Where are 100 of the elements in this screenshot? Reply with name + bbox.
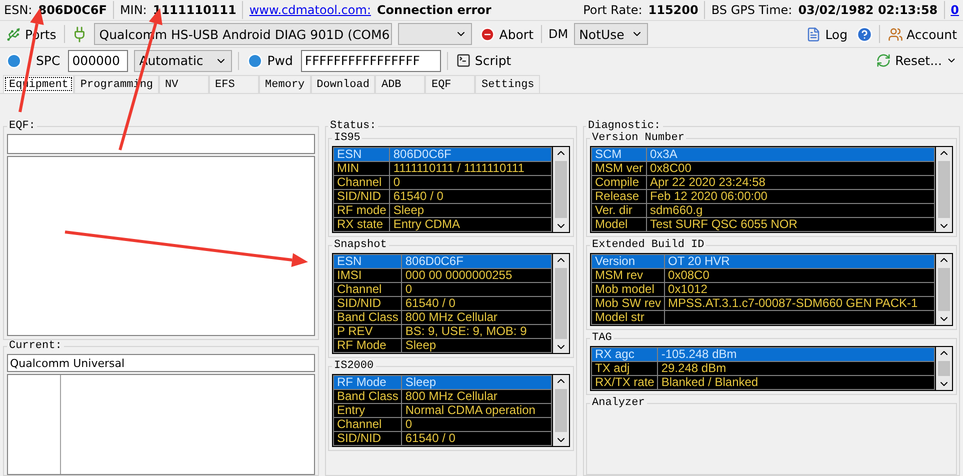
spc-button[interactable]: SPC <box>4 52 62 70</box>
table-row[interactable]: Version OT 20 HVR <box>592 254 934 268</box>
terminal-icon <box>456 53 471 68</box>
tab[interactable]: Settings <box>475 75 540 93</box>
group-title: IS2000 <box>333 360 375 372</box>
password-field[interactable]: FFFFFFFFFFFFFFFF <box>300 50 441 72</box>
group-title: Diagnostic: <box>587 120 662 132</box>
table-cell: Sleep <box>402 338 552 352</box>
tab[interactable]: Memory <box>259 75 311 93</box>
dm-select[interactable]: NotUse <box>574 23 648 45</box>
table-row[interactable]: ESN 806D0C6F <box>334 148 552 162</box>
table-cell: RX agc <box>592 348 658 362</box>
pwd-button[interactable]: Pwd <box>245 52 295 70</box>
table-row[interactable]: Model Test SURF QSC 6055 NOR <box>592 218 934 232</box>
table-row[interactable]: RX state Entry CDMA <box>334 218 552 232</box>
stop-icon <box>480 26 496 42</box>
table-cell: Blanked / Blanked <box>658 376 934 390</box>
table-row[interactable]: TX adj 29.248 dBm <box>592 362 934 376</box>
current-field[interactable]: Qualcomm Universal <box>7 354 315 372</box>
table-cell: Sleep <box>402 376 552 390</box>
table-row[interactable]: RX/TX rate Blanked / Blanked <box>592 376 934 390</box>
group-title: Status: <box>329 120 378 132</box>
table-row[interactable]: Channel 0 <box>334 176 552 190</box>
table-row[interactable]: IMSI 000 00 0000000255 <box>334 268 552 282</box>
account-button[interactable]: Account <box>886 26 959 42</box>
field-label: Port Rate: <box>583 3 642 17</box>
group-title: EQF: <box>8 120 36 132</box>
counter-link[interactable]: 0 <box>950 3 959 17</box>
table-row[interactable]: Mob SW rev MPSS.AT.3.1.c7-00087-SDM660 GEN PACK-1 <box>592 296 934 310</box>
scrollbar[interactable] <box>935 147 952 232</box>
table-cell: ESN <box>334 254 402 268</box>
field-value: 1111110111 <box>152 3 236 17</box>
abort-button[interactable]: Abort <box>478 26 536 42</box>
tab[interactable]: NV <box>159 75 210 93</box>
table-row[interactable]: Release Feb 12 2020 06:00:00 <box>592 190 934 204</box>
log-button[interactable]: Log <box>804 26 850 42</box>
scrollbar[interactable] <box>935 347 952 390</box>
table-row[interactable]: Band Class 800 MHz Cellular <box>334 310 552 324</box>
current-list[interactable] <box>7 374 315 475</box>
table-cell: 806D0C6F <box>390 148 552 162</box>
field-value: 03/02/1982 02:13:58 <box>798 3 938 17</box>
document-icon <box>806 26 822 42</box>
scrollbar[interactable] <box>552 375 569 446</box>
scrollbar[interactable] <box>552 254 569 353</box>
eqf-field[interactable] <box>7 134 315 154</box>
table-row[interactable]: RF Mode Sleep <box>334 376 552 390</box>
table-cell: RF Mode <box>334 376 402 390</box>
dm-label: DM <box>548 27 568 41</box>
tab[interactable]: EQF <box>425 75 476 93</box>
table-row[interactable]: Channel 0 <box>334 418 552 432</box>
table-row[interactable]: P REV BS: 9, USE: 9, MOB: 9 <box>334 324 552 338</box>
website-link[interactable]: www.cdmatool.com: <box>249 3 371 17</box>
group-title: TAG <box>591 332 613 344</box>
group-title: IS95 <box>333 132 362 144</box>
table-row[interactable]: Ver. dir sdm660.g <box>592 204 934 218</box>
table-row[interactable]: MIN 1111110111 / 1111110111 <box>334 162 552 176</box>
tab[interactable]: Download <box>310 75 376 93</box>
table-row[interactable]: MSM rev 0x08C0 <box>592 268 934 282</box>
table-row[interactable]: SID/NID 61540 / 0 <box>334 432 552 446</box>
refresh-icon <box>876 53 892 68</box>
table-row[interactable]: Entry Normal CDMA operation <box>334 404 552 418</box>
table-row[interactable]: Model str <box>592 310 934 324</box>
table-cell: -105.248 dBm <box>658 348 934 362</box>
usb-icon <box>6 26 21 42</box>
script-button[interactable]: Script <box>454 52 514 69</box>
field-label: MIN: <box>120 3 147 17</box>
field-label: ESN: <box>4 3 32 17</box>
table-cell: OT 20 HVR <box>664 254 934 268</box>
table-row[interactable]: RX agc -105.248 dBm <box>592 348 934 362</box>
field-value: 115200 <box>648 3 698 17</box>
table-row[interactable]: Channel 0 <box>334 282 552 296</box>
spc-field[interactable]: 000000 <box>68 50 128 72</box>
table-row[interactable]: SID/NID 61540 / 0 <box>334 296 552 310</box>
table-row[interactable]: Mob model 0x1012 <box>592 282 934 296</box>
eqf-list[interactable] <box>7 156 315 336</box>
connection-status: Connection error <box>376 3 492 17</box>
scrollbar[interactable] <box>552 147 569 232</box>
table-cell: 61540 / 0 <box>402 432 552 446</box>
table-cell: Version <box>592 254 665 268</box>
table-cell: RX state <box>334 218 390 232</box>
table-row[interactable]: SCM 0x3A <box>592 148 934 162</box>
table-row[interactable]: Compile Apr 22 2020 23:24:58 <box>592 176 934 190</box>
reset-button[interactable]: Reset... <box>874 52 959 69</box>
table-cell: RX/TX rate <box>592 376 658 390</box>
help-icon[interactable] <box>856 26 873 42</box>
table-row[interactable]: RF Mode Sleep <box>334 338 552 352</box>
table-cell: SCM <box>592 148 646 162</box>
scrollbar[interactable] <box>935 254 952 325</box>
table-cell: 0x3A <box>646 148 934 162</box>
table-cell: 806D0C6F <box>402 254 552 268</box>
group-title: Snapshot <box>333 239 388 251</box>
tab[interactable]: ADB <box>375 75 426 93</box>
table-row[interactable]: MSM ver 0x8C00 <box>592 162 934 176</box>
tab[interactable]: EFS <box>209 75 260 93</box>
field-label: BS GPS Time: <box>711 3 792 17</box>
table-row[interactable]: Band Class 800 MHz Cellular <box>334 390 552 404</box>
table-row[interactable]: ESN 806D0C6F <box>334 254 552 268</box>
table-row[interactable]: RF mode Sleep <box>334 204 552 218</box>
table-cell: Model <box>592 218 646 232</box>
table-row[interactable]: SID/NID 61540 / 0 <box>334 190 552 204</box>
